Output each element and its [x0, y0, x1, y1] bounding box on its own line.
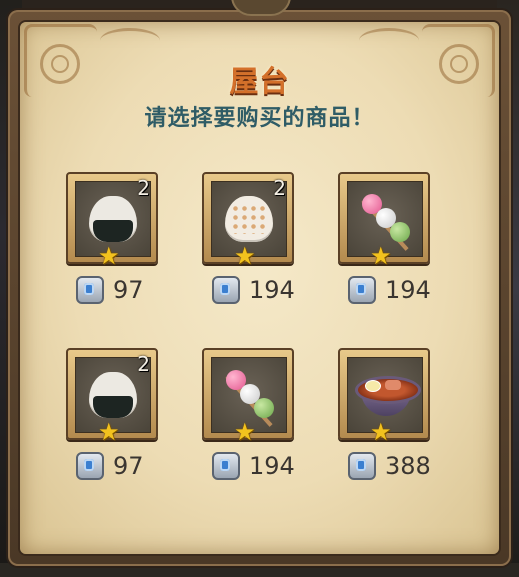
onigiri-nori-icon: [89, 372, 137, 418]
item-quantity: 2: [137, 352, 150, 376]
item-quantity: 2: [137, 176, 150, 200]
item-price: 97: [113, 452, 144, 480]
silver-gem-icon: [212, 452, 240, 480]
star-icon: ★: [234, 242, 256, 270]
item-price: 97: [113, 276, 144, 304]
item-price: 194: [249, 452, 295, 480]
silver-gem-icon: [76, 452, 104, 480]
item-price: 194: [385, 276, 431, 304]
item-price: 194: [249, 276, 295, 304]
ramen-bowl-icon: [355, 370, 421, 420]
star-icon: ★: [370, 418, 392, 446]
swirl-ornament-right: [359, 28, 419, 53]
silver-gem-icon: [348, 452, 376, 480]
star-icon: ★: [98, 418, 120, 446]
dialog-title: 屋台: [229, 64, 290, 98]
silver-gem-icon: [212, 276, 240, 304]
dialog-subtitle: 请选择要购买的商品！: [144, 106, 375, 131]
dango-icon: [220, 364, 280, 427]
onigiri-plain-icon: [225, 196, 273, 242]
star-icon: ★: [370, 242, 392, 270]
dango-icon: [356, 188, 416, 251]
item-quantity: 2: [273, 176, 286, 200]
swirl-ornament-left: [100, 28, 160, 53]
silver-gem-icon: [76, 276, 104, 304]
star-icon: ★: [98, 242, 120, 270]
item-price: 388: [385, 452, 431, 480]
onigiri-nori-icon: [89, 196, 137, 242]
star-icon: ★: [234, 418, 256, 446]
silver-gem-icon: [348, 276, 376, 304]
